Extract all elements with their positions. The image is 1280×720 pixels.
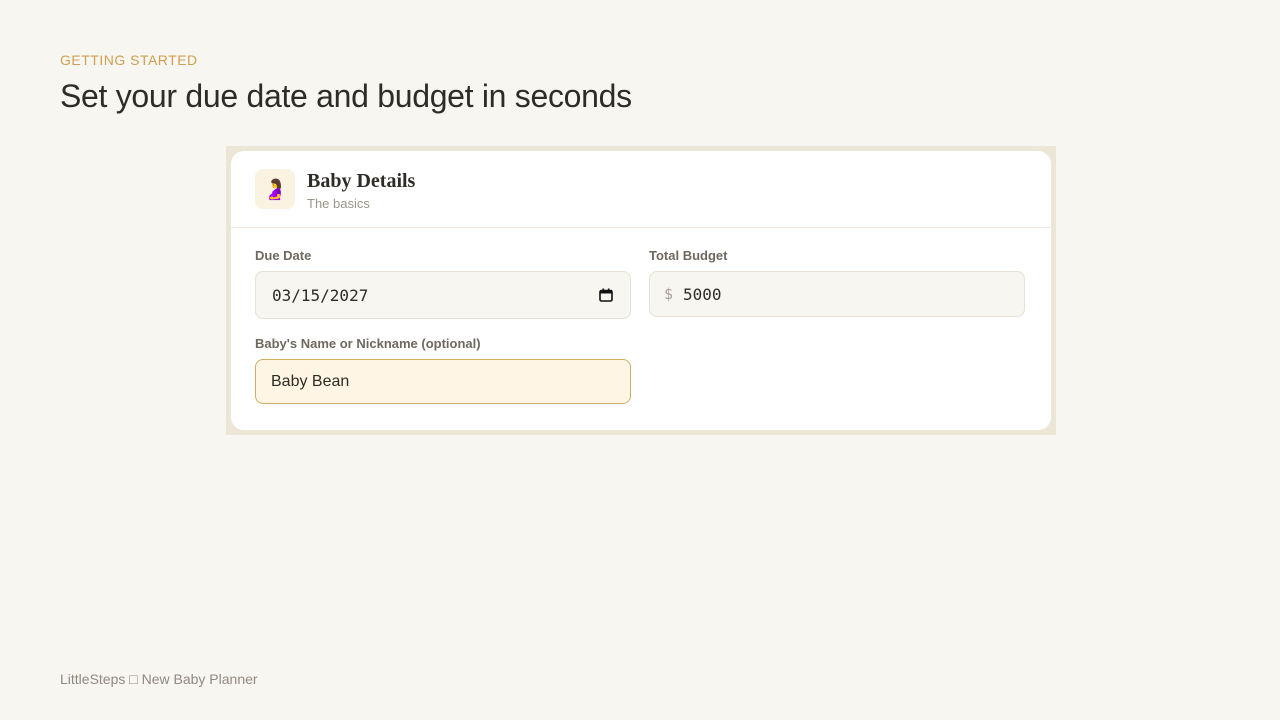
card-title: Baby Details xyxy=(307,170,416,192)
eyebrow-label: GETTING STARTED xyxy=(60,52,198,68)
due-date-label: Due Date xyxy=(255,248,312,263)
baby-name-input[interactable]: Baby Bean xyxy=(255,359,631,404)
baby-details-card: 🤰 Baby Details The basics Due Date 03/15… xyxy=(230,150,1052,431)
currency-symbol: $ xyxy=(664,285,674,303)
pregnant-person-icon: 🤰 xyxy=(255,169,295,209)
total-budget-value: 5000 xyxy=(683,284,722,304)
baby-name-value: Baby Bean xyxy=(271,372,350,390)
calendar-icon[interactable] xyxy=(599,288,613,302)
card-subtitle: The basics xyxy=(307,196,370,211)
due-date-input[interactable]: 03/15/2027 xyxy=(255,271,631,319)
due-date-value: 03/15/2027 xyxy=(272,285,369,305)
page-headline: Set your due date and budget in seconds xyxy=(60,78,632,114)
screenshot-frame: 🤰 Baby Details The basics Due Date 03/15… xyxy=(226,146,1056,435)
baby-name-label: Baby's Name or Nickname (optional) xyxy=(255,336,481,351)
card-header: 🤰 Baby Details The basics xyxy=(231,151,1051,228)
total-budget-input[interactable]: $ 5000 xyxy=(649,271,1025,317)
footer-brand: LittleSteps □ New Baby Planner xyxy=(60,671,258,687)
total-budget-label: Total Budget xyxy=(649,248,728,263)
